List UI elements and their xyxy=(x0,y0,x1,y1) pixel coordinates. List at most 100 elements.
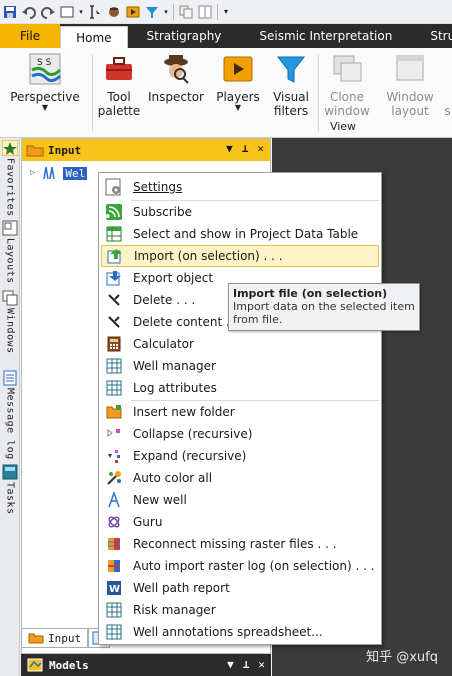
menu-item-label: Auto import raster log (on selection) . … xyxy=(133,559,375,573)
menu-item-auto-color-all[interactable]: Auto color all xyxy=(101,467,379,489)
tool-palette-button[interactable]: Tool palette xyxy=(98,52,140,118)
menu-item-well-manager[interactable]: Well manager xyxy=(101,355,379,377)
ribbon-overflow-button[interactable]: s xyxy=(443,52,452,118)
menu-item-reconnect-raster[interactable]: Reconnect missing raster files . . . xyxy=(101,533,379,555)
players-button[interactable]: Players ▼ xyxy=(213,52,263,112)
toolbar-divider xyxy=(173,3,174,20)
visual-filters-button[interactable]: Visual filters xyxy=(270,52,312,118)
side-tab-message-log[interactable]: Message log xyxy=(1,370,19,460)
chevron-down-icon: ▼ xyxy=(234,103,242,112)
close-icon[interactable]: ✕ xyxy=(258,658,265,671)
export-icon xyxy=(105,269,123,287)
side-tab-windows-label: Windows xyxy=(4,308,16,354)
menu-item-subscribe[interactable]: Subscribe xyxy=(101,201,379,223)
clone-window-button[interactable]: Clone window xyxy=(322,52,372,118)
clone-window-icon xyxy=(330,52,364,86)
ribbon-overflow-label: s xyxy=(444,104,451,118)
calculator-icon xyxy=(105,335,123,353)
word-icon: W xyxy=(105,579,123,597)
menu-item-label: Select and show in Project Data Table xyxy=(133,227,359,241)
menu-item-label: New well xyxy=(133,493,187,507)
menu-item-calculator[interactable]: Calculator xyxy=(101,333,379,355)
pin-icon[interactable]: ⊥ xyxy=(242,142,249,155)
menu-item-collapse-recursive[interactable]: Collapse (recursive) xyxy=(101,423,379,445)
window-icon[interactable] xyxy=(59,4,75,20)
guru-icon xyxy=(105,513,123,531)
close-icon[interactable]: ✕ xyxy=(257,142,264,155)
layout-icon[interactable] xyxy=(197,4,213,20)
tab-file[interactable]: File xyxy=(0,24,61,48)
menu-item-well-path-report[interactable]: W Well path report xyxy=(101,577,379,599)
input-panel-header: Input ▼ ⊥ ✕ xyxy=(22,139,270,161)
menu-item-well-annotations[interactable]: Well annotations spreadsheet... xyxy=(101,621,379,643)
players-label: Players xyxy=(216,90,260,104)
save-icon[interactable] xyxy=(2,4,18,20)
inspector-icon[interactable] xyxy=(106,4,122,20)
menu-item-settings[interactable]: Settings xyxy=(101,176,379,198)
svg-text:S S: S S xyxy=(37,58,52,68)
tab-seismic-interpretation[interactable]: Seismic Interpretation xyxy=(240,24,411,48)
menu-item-select-show-table[interactable]: Select and show in Project Data Table xyxy=(101,223,379,245)
copy-icon[interactable] xyxy=(178,4,194,20)
chevron-down-icon[interactable]: ▾ xyxy=(78,4,84,20)
expand-arrow-icon[interactable]: ▷ xyxy=(30,168,35,178)
menu-item-label: Settings xyxy=(133,180,183,194)
menu-item-label: Insert new folder xyxy=(133,405,235,419)
inspector-icon xyxy=(159,52,193,86)
window-layout-button[interactable]: Window layout xyxy=(384,52,436,118)
menu-item-auto-import-raster[interactable]: Auto import raster log (on selection) . … xyxy=(101,555,379,577)
inspector-button[interactable]: Inspector xyxy=(147,52,205,104)
panel-menu-chevron-icon[interactable]: ▼ xyxy=(227,658,234,671)
menu-item-label: Well manager xyxy=(133,359,216,373)
tab-stratigraphy[interactable]: Stratigraphy xyxy=(128,24,241,48)
menu-item-label: Delete . . . xyxy=(133,293,196,307)
tree-item-wells[interactable]: ▷ Wel xyxy=(30,166,88,180)
menu-item-label: Reconnect missing raster files . . . xyxy=(133,537,337,551)
side-tab-tasks[interactable]: Tasks xyxy=(1,464,19,515)
tasks-icon xyxy=(2,464,18,480)
side-tab-layouts[interactable]: Layouts xyxy=(1,220,19,284)
raster-icon xyxy=(105,535,123,553)
menu-item-new-well[interactable]: New well xyxy=(101,489,379,511)
tab-structural[interactable]: Structu xyxy=(411,24,452,48)
menu-item-label: Risk manager xyxy=(133,603,216,617)
menu-item-risk-manager[interactable]: Risk manager xyxy=(101,599,379,621)
menu-item-expand-recursive[interactable]: Expand (recursive) xyxy=(101,445,379,467)
spreadsheet-icon xyxy=(105,623,123,641)
models-panel-header[interactable]: Models ▼ ⊥ ✕ xyxy=(21,654,271,676)
side-tab-tasks-label: Tasks xyxy=(4,482,16,515)
customize-icon[interactable]: ▾ xyxy=(222,4,230,20)
menu-item-insert-new-folder[interactable]: Insert new folder xyxy=(101,401,379,423)
menu-item-label: Import (on selection) . . . xyxy=(134,249,283,263)
pin-icon[interactable]: ⊥ xyxy=(243,658,250,671)
tab-input-label: Input xyxy=(48,631,82,645)
redo-icon[interactable] xyxy=(40,4,56,20)
side-tab-windows[interactable]: Windows xyxy=(1,290,19,354)
toolbox-icon xyxy=(102,52,136,86)
spreadsheet-icon xyxy=(105,601,123,619)
tooltip-description-line1: Import data on the selected item xyxy=(233,300,415,313)
tab-home[interactable]: Home xyxy=(60,26,128,48)
filter-icon xyxy=(274,52,308,86)
menu-item-label: Log attributes xyxy=(133,381,217,395)
left-side-tabs: Favorites Layouts Windows Message log Ta… xyxy=(0,138,20,676)
player-icon[interactable] xyxy=(125,4,141,20)
side-tab-favorites[interactable]: Favorites xyxy=(1,140,19,217)
tab-input[interactable]: Input xyxy=(21,628,89,648)
window-layout-label-line2: layout xyxy=(391,104,429,118)
menu-item-guru[interactable]: Guru xyxy=(101,511,379,533)
menu-item-log-attributes[interactable]: Log attributes xyxy=(101,377,379,399)
chevron-down-icon[interactable]: ▾ xyxy=(163,4,169,20)
cursor-icon[interactable] xyxy=(87,4,103,20)
tooltip-title: Import file (on selection) xyxy=(233,287,388,300)
raster-import-icon xyxy=(105,557,123,575)
panel-menu-chevron-icon[interactable]: ▼ xyxy=(226,142,233,155)
models-icon xyxy=(27,658,43,672)
windows-icon xyxy=(2,290,18,306)
undo-icon[interactable] xyxy=(21,4,37,20)
filter-icon[interactable] xyxy=(144,4,160,20)
tool-palette-label-line2: palette xyxy=(97,104,141,118)
visual-filters-label-line2: filters xyxy=(273,104,309,118)
perspective-button[interactable]: S S Perspective ▼ xyxy=(10,52,80,112)
menu-item-import-on-selection[interactable]: Import (on selection) . . . xyxy=(101,245,379,267)
